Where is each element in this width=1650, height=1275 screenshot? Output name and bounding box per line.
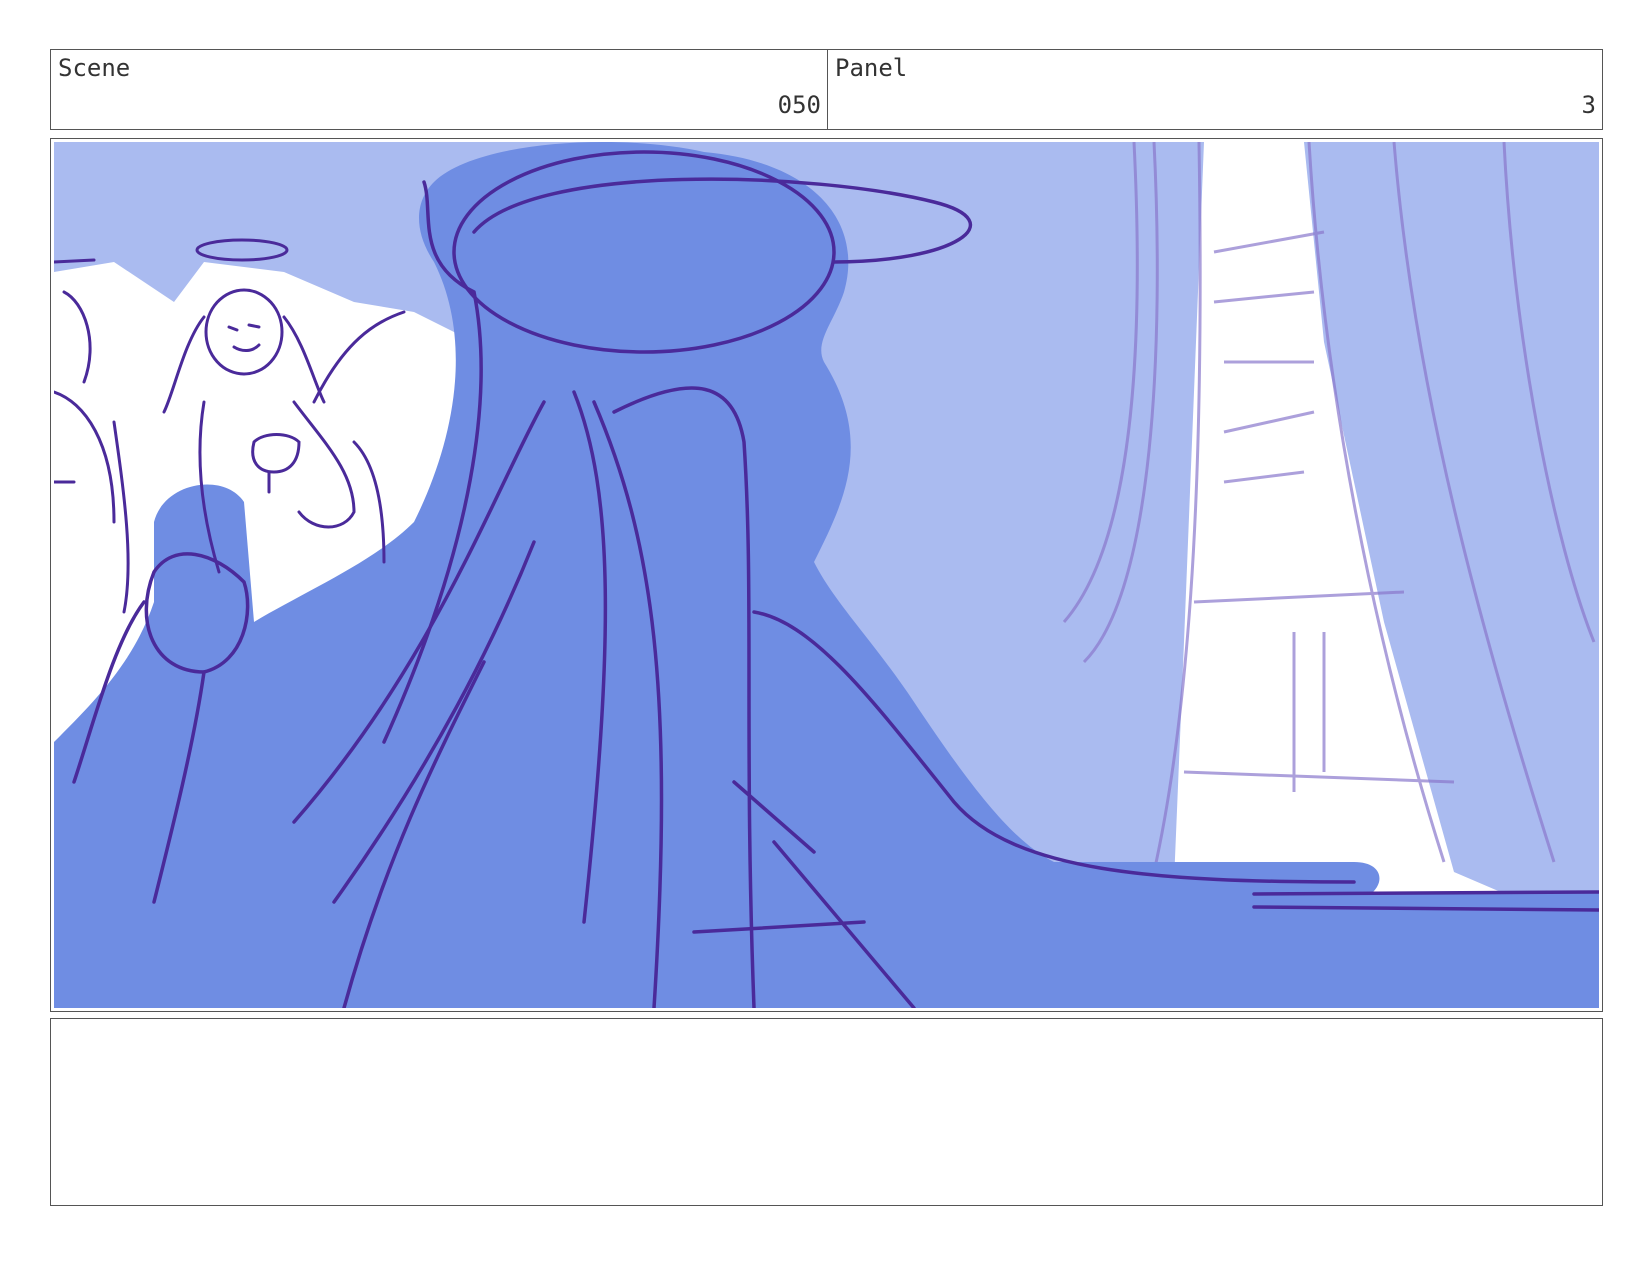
panel-cell: Panel 3 (828, 50, 1602, 129)
scene-number: 050 (777, 91, 821, 119)
sketch-illustration (54, 142, 1599, 1008)
scene-cell: Scene 050 (51, 50, 828, 129)
storyboard-header: Scene 050 Panel 3 (50, 49, 1603, 130)
notes-box (50, 1018, 1603, 1206)
scene-label: Scene (58, 54, 131, 82)
panel-label: Panel (835, 54, 908, 82)
panel-number: 3 (1581, 91, 1596, 119)
storyboard-frame (50, 138, 1603, 1012)
